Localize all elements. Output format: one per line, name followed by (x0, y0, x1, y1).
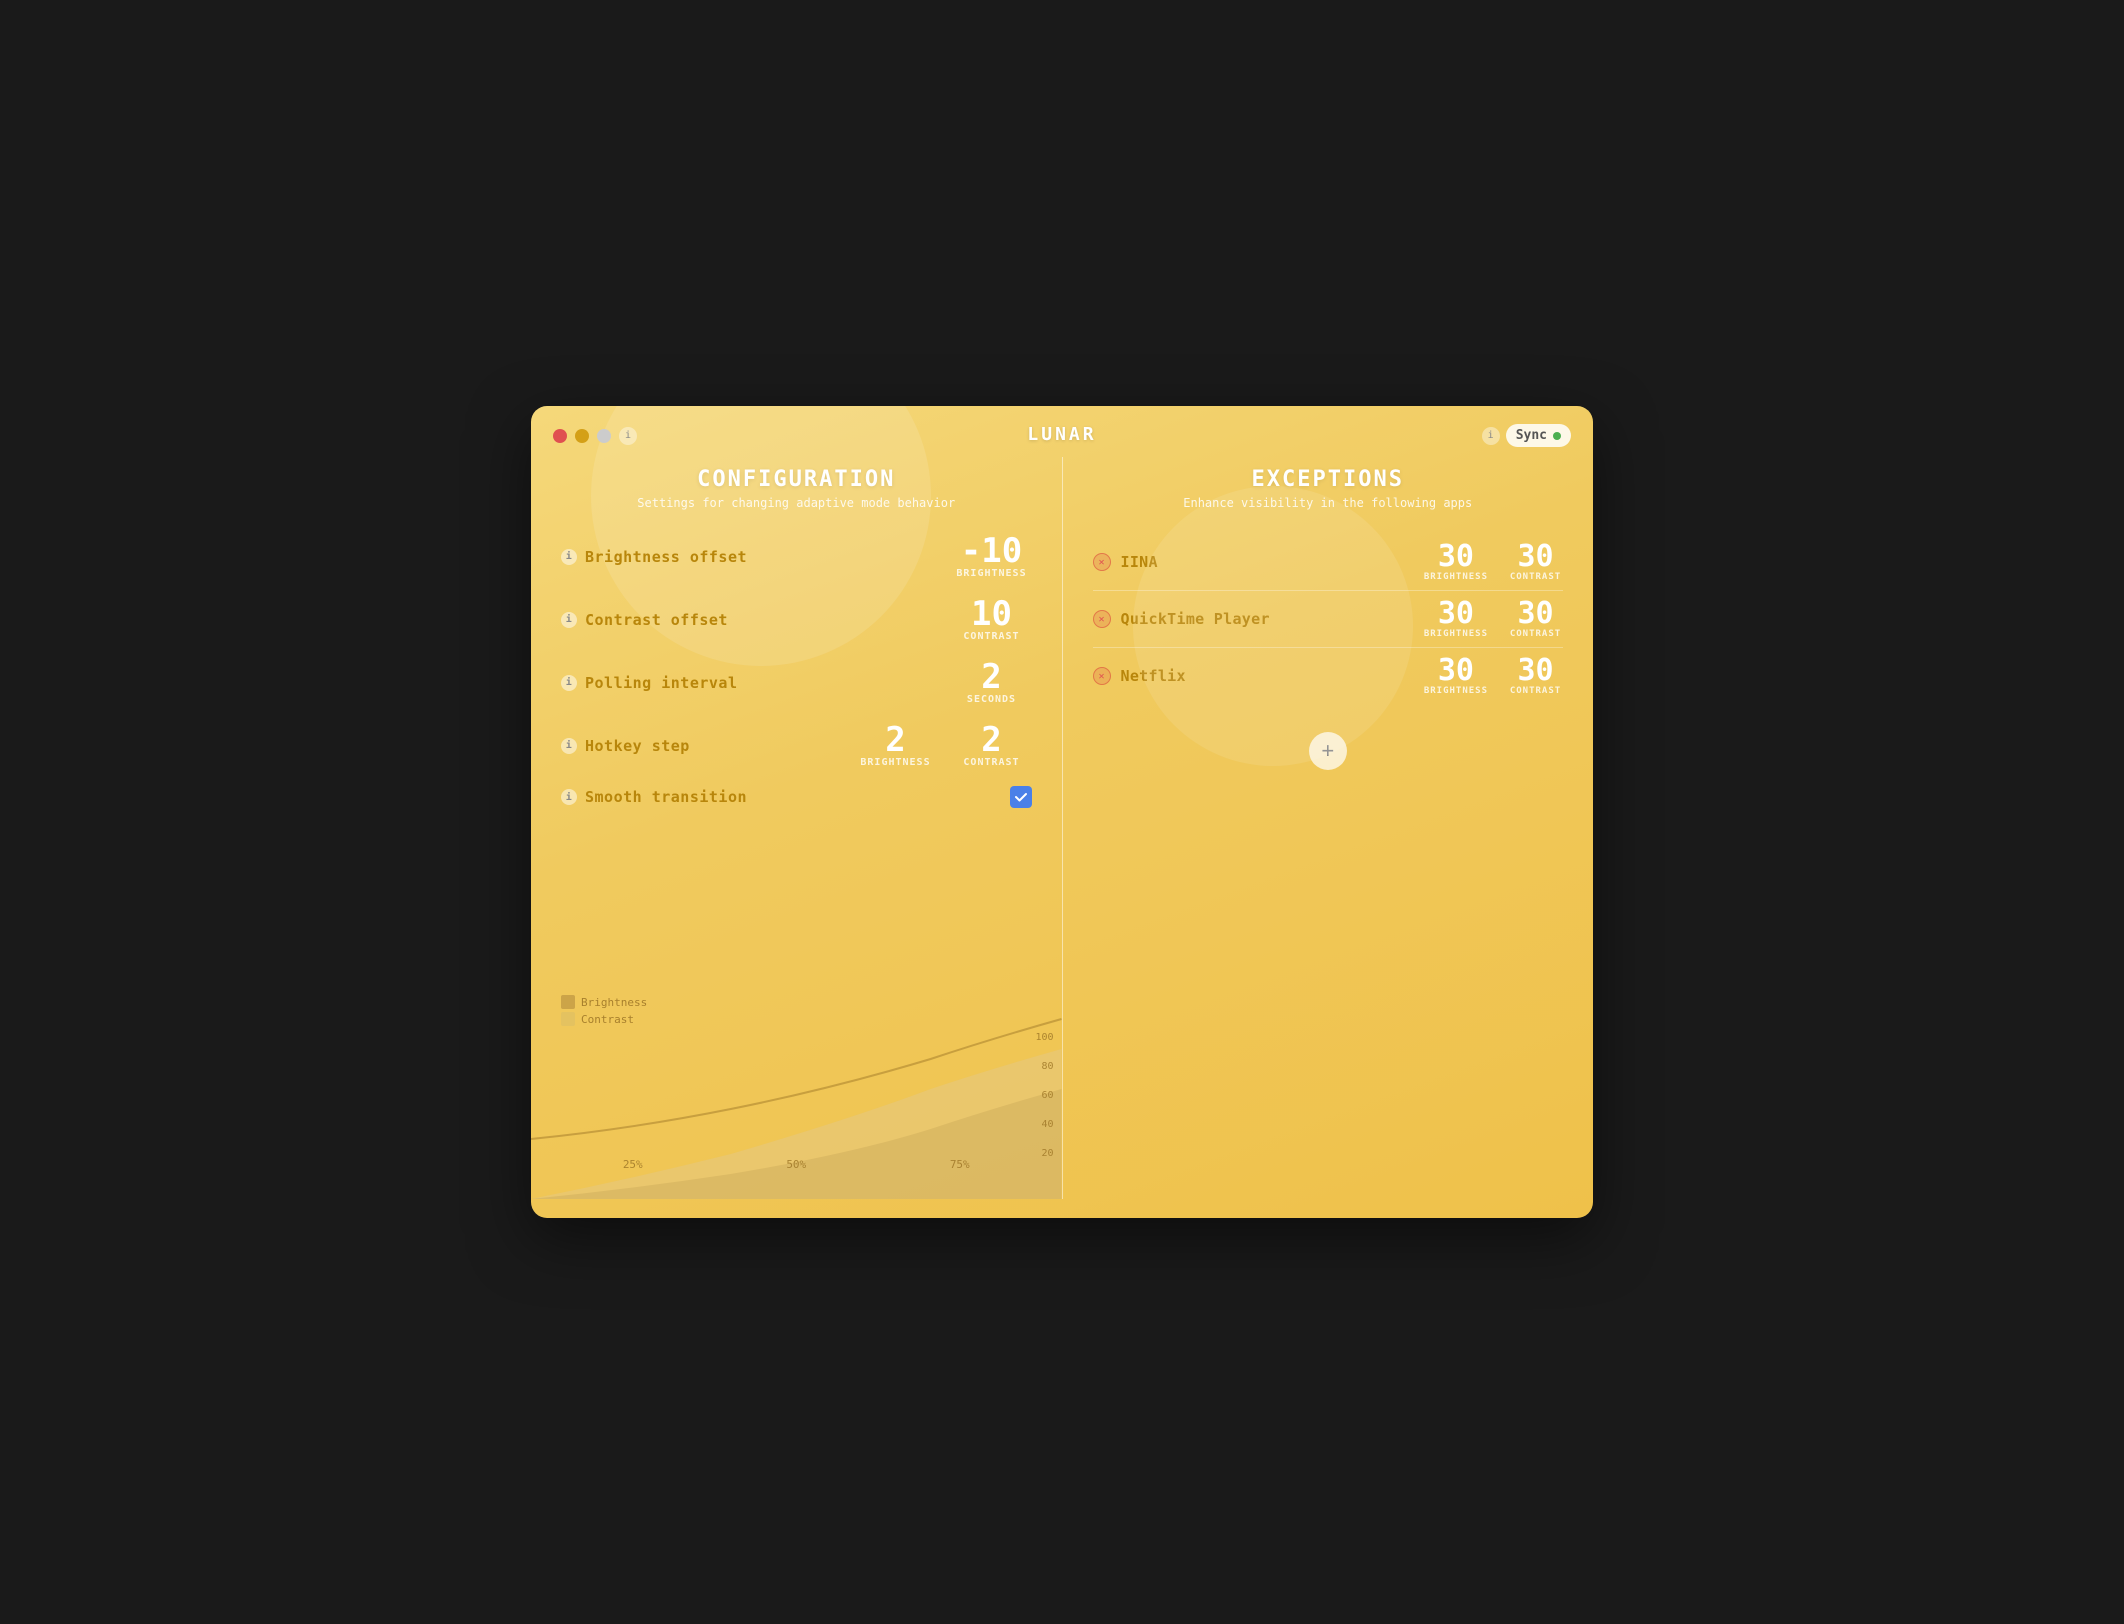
quicktime-name-row: ✕ QuickTime Player (1093, 610, 1270, 628)
config-title: CONFIGURATION (561, 467, 1032, 492)
hotkey-brightness-value[interactable]: 2 BRIGHTNESS (856, 723, 936, 768)
info-icon[interactable]: i (619, 427, 637, 445)
chart-y-labels: 20 40 60 80 100 (1035, 1032, 1053, 1159)
quicktime-app-name: QuickTime Player (1121, 610, 1270, 628)
smooth-transition-checkbox[interactable] (1010, 786, 1032, 808)
chart-y-label-60: 60 (1035, 1090, 1053, 1101)
netflix-app-name: Netflix (1121, 667, 1186, 685)
contrast-offset-info-icon[interactable]: i (561, 612, 577, 628)
chart-area: 25% 50% 75% 20 40 60 80 100 (531, 999, 1062, 1199)
chart-y-label-20: 20 (1035, 1148, 1053, 1159)
hotkey-step-row: i Hotkey step 2 BRIGHTNESS 2 CONTRAST (561, 723, 1032, 768)
netflix-contrast-value[interactable]: 30 CONTRAST (1508, 656, 1563, 696)
sync-pill[interactable]: Sync (1506, 424, 1571, 447)
add-exception-button[interactable]: + (1309, 732, 1347, 770)
app-title: LUNAR (1027, 424, 1096, 445)
iina-contrast-value[interactable]: 30 CONTRAST (1508, 542, 1563, 582)
titlebar: i LUNAR i Sync (531, 406, 1593, 447)
exception-row-netflix: ✕ Netflix 30 BRIGHTNESS 30 CONTRAST (1093, 648, 1564, 704)
sync-info-icon[interactable]: i (1482, 427, 1500, 445)
checkmark-icon (1014, 790, 1028, 804)
brightness-offset-row: i Brightness offset -10 BRIGHTNESS (561, 534, 1032, 579)
chart-x-labels: 25% 50% 75% (531, 1158, 1062, 1171)
chart-x-label-25: 25% (623, 1158, 643, 1171)
chart-x-label-50: 50% (786, 1158, 806, 1171)
exception-row-quicktime: ✕ QuickTime Player 30 BRIGHTNESS 30 CONT… (1093, 591, 1564, 648)
chart-y-label-100: 100 (1035, 1032, 1053, 1043)
remove-netflix-button[interactable]: ✕ (1093, 667, 1111, 685)
chart-y-label-40: 40 (1035, 1119, 1053, 1130)
polling-interval-label: i Polling interval (561, 674, 738, 692)
close-button[interactable] (553, 429, 567, 443)
iina-name-row: ✕ IINA (1093, 553, 1158, 571)
add-exception-wrapper: + (1093, 716, 1564, 770)
netflix-name-row: ✕ Netflix (1093, 667, 1186, 685)
main-content: CONFIGURATION Settings for changing adap… (531, 447, 1593, 1199)
polling-interval-info-icon[interactable]: i (561, 675, 577, 691)
exception-row-iina: ✕ IINA 30 BRIGHTNESS 30 CONTRAST (1093, 534, 1564, 591)
exceptions-panel: EXCEPTIONS Enhance visibility in the fol… (1063, 457, 1594, 1199)
minimize-button[interactable] (575, 429, 589, 443)
exceptions-subtitle: Enhance visibility in the following apps (1093, 496, 1564, 510)
quicktime-brightness-value[interactable]: 30 BRIGHTNESS (1424, 599, 1488, 639)
iina-brightness-value[interactable]: 30 BRIGHTNESS (1424, 542, 1488, 582)
contrast-offset-label: i Contrast offset (561, 611, 728, 629)
iina-app-name: IINA (1121, 553, 1158, 571)
main-window: i LUNAR i Sync CONFIGURATION Settings fo… (531, 406, 1593, 1218)
brightness-offset-label: i Brightness offset (561, 548, 747, 566)
chart-y-label-80: 80 (1035, 1061, 1053, 1072)
remove-quicktime-button[interactable]: ✕ (1093, 610, 1111, 628)
chart-x-label-75: 75% (950, 1158, 970, 1171)
configuration-panel: CONFIGURATION Settings for changing adap… (531, 457, 1063, 1199)
hotkey-step-values: 2 BRIGHTNESS 2 CONTRAST (856, 723, 1032, 768)
polling-interval-row: i Polling interval 2 SECONDS (561, 660, 1032, 705)
sync-label: Sync (1516, 428, 1547, 443)
quicktime-values: 30 BRIGHTNESS 30 CONTRAST (1424, 599, 1563, 639)
iina-values: 30 BRIGHTNESS 30 CONTRAST (1424, 542, 1563, 582)
smooth-transition-label: i Smooth transition (561, 788, 747, 806)
config-subtitle: Settings for changing adaptive mode beha… (561, 496, 1032, 510)
sync-status-dot (1553, 432, 1561, 440)
contrast-offset-value[interactable]: 10 CONTRAST (952, 597, 1032, 642)
traffic-lights (553, 429, 611, 443)
brightness-offset-info-icon[interactable]: i (561, 549, 577, 565)
exceptions-list: ✕ IINA 30 BRIGHTNESS 30 CONTRAST (1093, 534, 1564, 704)
netflix-brightness-value[interactable]: 30 BRIGHTNESS (1424, 656, 1488, 696)
maximize-button[interactable] (597, 429, 611, 443)
brightness-offset-value[interactable]: -10 BRIGHTNESS (952, 534, 1032, 579)
hotkey-contrast-value[interactable]: 2 CONTRAST (952, 723, 1032, 768)
quicktime-contrast-value[interactable]: 30 CONTRAST (1508, 599, 1563, 639)
smooth-transition-info-icon[interactable]: i (561, 789, 577, 805)
hotkey-step-label: i Hotkey step (561, 737, 690, 755)
netflix-values: 30 BRIGHTNESS 30 CONTRAST (1424, 656, 1563, 696)
smooth-transition-row: i Smooth transition (561, 786, 1032, 808)
exceptions-title: EXCEPTIONS (1093, 467, 1564, 492)
polling-interval-value[interactable]: 2 SECONDS (952, 660, 1032, 705)
remove-iina-button[interactable]: ✕ (1093, 553, 1111, 571)
hotkey-step-info-icon[interactable]: i (561, 738, 577, 754)
sync-toggle: i Sync (1482, 424, 1571, 447)
contrast-offset-row: i Contrast offset 10 CONTRAST (561, 597, 1032, 642)
